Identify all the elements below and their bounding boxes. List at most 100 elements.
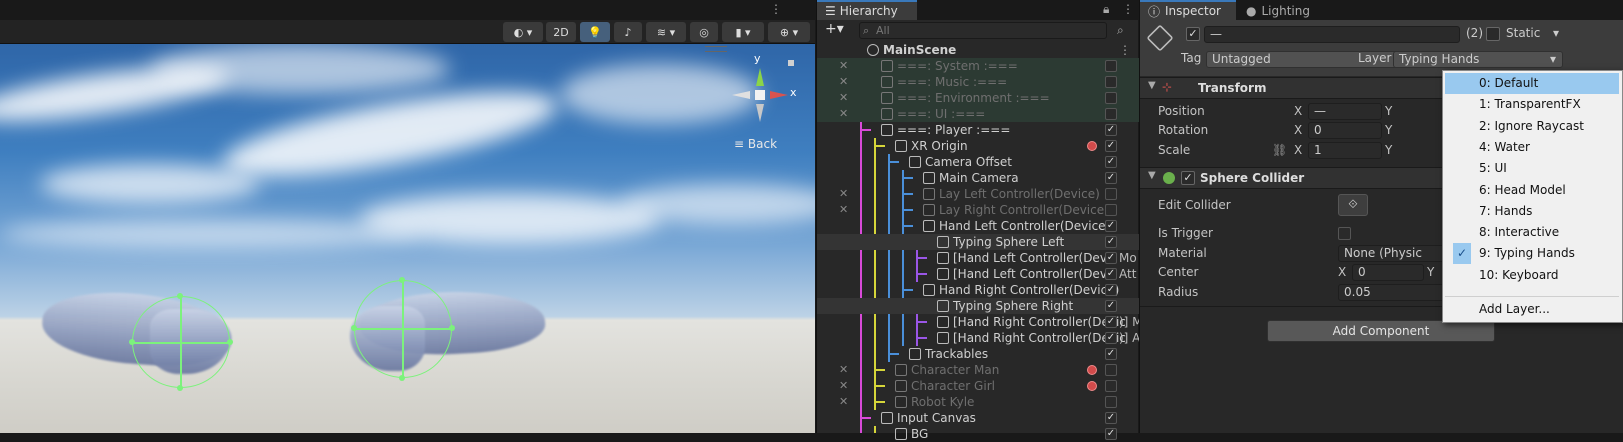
lighting-toggle[interactable]: 💡 [580, 22, 610, 42]
effects-dropdown[interactable]: ≋ ▾ [646, 22, 686, 42]
active-checkbox[interactable] [1105, 204, 1117, 216]
hierarchy-item[interactable]: XR Origin ✓ [817, 138, 1139, 154]
hierarchy-search-input[interactable]: ⌕ All [859, 22, 1107, 39]
active-checkbox[interactable]: ✓ [1105, 428, 1117, 440]
tab-inspector[interactable]: ⓘ Inspector [1140, 0, 1236, 20]
visibility-hidden-icon[interactable]: ✕ [839, 202, 848, 218]
visibility-hidden-icon[interactable]: ✕ [839, 90, 848, 106]
hierarchy-item[interactable]: Main Camera ✓ [817, 170, 1139, 186]
add-component-button[interactable]: Add Component [1267, 320, 1495, 342]
collider-handle[interactable] [399, 277, 405, 283]
active-checkbox[interactable]: ✓ [1105, 252, 1117, 264]
hierarchy-item[interactable]: [Hand Left Controller(Devic ✓ Mo [817, 250, 1139, 266]
active-checkbox[interactable]: ✓ [1186, 27, 1200, 41]
collider-handle[interactable] [351, 325, 357, 331]
active-checkbox[interactable]: ✓ [1105, 332, 1117, 344]
active-checkbox[interactable]: ✓ [1105, 300, 1117, 312]
active-checkbox[interactable]: ✓ [1105, 140, 1117, 152]
visibility-hidden-icon[interactable]: ✕ [839, 394, 848, 410]
collider-handle[interactable] [177, 293, 183, 299]
hierarchy-item[interactable]: ✕ ===: Music :=== [817, 74, 1139, 90]
visibility-hidden-icon[interactable]: ✕ [839, 58, 848, 74]
object-name-field[interactable]: — [1204, 26, 1460, 43]
scene-viewport[interactable]: y x ≡ Back [0, 44, 815, 433]
layer-menu-item[interactable]: 5: UI [1445, 158, 1619, 179]
active-checkbox[interactable]: ✓ [1105, 220, 1117, 232]
scene-search-icon[interactable]: ⌕ [1117, 23, 1124, 38]
active-checkbox[interactable]: ✓ [1105, 316, 1117, 328]
material-field[interactable]: None (Physic Mat [1338, 245, 1448, 262]
collider-handle[interactable] [399, 375, 405, 381]
scene-visibility-toggle[interactable]: ◎ [690, 22, 718, 42]
drag-handle-icon[interactable] [705, 46, 727, 52]
scale-x-field[interactable]: 1 [1308, 142, 1382, 159]
layer-menu-item[interactable]: 8: Interactive [1445, 222, 1619, 243]
active-checkbox[interactable]: ✓ [1105, 268, 1117, 280]
rotation-x-field[interactable]: 0 [1308, 122, 1382, 139]
active-checkbox[interactable] [1105, 108, 1117, 120]
layer-menu-item[interactable]: 10: Keyboard [1445, 265, 1619, 286]
hierarchy-scene-root[interactable]: MainScene ⋮ [817, 42, 1139, 58]
camera-dropdown[interactable]: ▮ ▾ [722, 22, 764, 42]
active-checkbox[interactable] [1105, 92, 1117, 104]
more-options-icon[interactable]: ⋮ [770, 2, 782, 16]
hierarchy-item[interactable]: ✕ ===: System :=== [817, 58, 1139, 74]
mode-2d-button[interactable]: 2D [546, 22, 576, 42]
layer-menu-item[interactable]: 4: Water [1445, 137, 1619, 158]
edit-collider-button[interactable]: ⟐ [1338, 194, 1368, 216]
more-options-icon[interactable]: ⋮ [1122, 2, 1134, 16]
hierarchy-item[interactable]: Camera Offset ✓ [817, 154, 1139, 170]
active-checkbox[interactable] [1105, 60, 1117, 72]
layer-menu-item[interactable]: 0: Default [1445, 73, 1619, 94]
collider-handle[interactable] [177, 385, 183, 391]
audio-toggle[interactable]: ♪ [614, 22, 642, 42]
active-checkbox[interactable] [1105, 380, 1117, 392]
collider-handle[interactable] [227, 339, 233, 345]
hierarchy-item[interactable]: ===: Player :=== ✓ [817, 122, 1139, 138]
hierarchy-item[interactable]: [Hand Right Controller(Devic ✓)] A [817, 330, 1140, 346]
tab-hierarchy[interactable]: ☰ Hierarchy [817, 0, 917, 20]
add-object-button[interactable]: +▾ [825, 21, 844, 37]
active-checkbox[interactable] [1105, 364, 1117, 376]
active-checkbox[interactable]: ✓ [1105, 236, 1117, 248]
hierarchy-item[interactable]: Input Canvas ✓ [817, 410, 1139, 426]
hierarchy-item[interactable]: ✕ Lay Right Controller(Device) [817, 202, 1139, 218]
active-checkbox[interactable]: ✓ [1105, 172, 1117, 184]
tab-lighting[interactable]: ● Lighting [1238, 0, 1328, 20]
active-checkbox[interactable] [1105, 76, 1117, 88]
gizmos-dropdown[interactable]: ⊕ ▾ [768, 22, 810, 42]
gameobject-icon[interactable] [1146, 24, 1174, 52]
static-checkbox[interactable] [1486, 27, 1500, 41]
active-checkbox[interactable]: ✓ [1105, 348, 1117, 360]
hierarchy-item[interactable]: Hand Right Controller(Device) ✓ [817, 282, 1139, 298]
layer-menu-item[interactable]: 1: TransparentFX [1445, 94, 1619, 115]
lock-icon[interactable]: 🔒︎ [1103, 2, 1109, 17]
hierarchy-item[interactable]: ✕ Character Man [817, 362, 1139, 378]
active-checkbox[interactable]: ✓ [1105, 124, 1117, 136]
add-layer-item[interactable]: Add Layer... [1445, 299, 1619, 320]
layer-menu-item[interactable]: 2: Ignore Raycast [1445, 116, 1619, 137]
hierarchy-item[interactable]: [Hand Left Controller(Devic ✓ Att [817, 266, 1139, 282]
active-checkbox[interactable] [1105, 188, 1117, 200]
layer-menu-item[interactable]: 7: Hands [1445, 201, 1619, 222]
active-checkbox[interactable]: ✓ [1105, 412, 1117, 424]
hierarchy-item[interactable]: Hand Left Controller(Device) ✓ [817, 218, 1139, 234]
chevron-down-icon[interactable]: ▾ [1553, 26, 1559, 40]
hierarchy-item[interactable]: ✕ ===: Environment :=== [817, 90, 1139, 106]
position-x-field[interactable]: — [1308, 103, 1382, 120]
layer-menu-item[interactable]: 6: Head Model [1445, 180, 1619, 201]
link-broken-icon[interactable]: ⛓ [1272, 141, 1287, 159]
layer-dropdown[interactable]: Typing Hands ▾ [1393, 51, 1563, 68]
visibility-hidden-icon[interactable]: ✕ [839, 106, 848, 122]
visibility-hidden-icon[interactable]: ✕ [839, 378, 848, 394]
hierarchy-item[interactable]: ✕ ===: UI :=== [817, 106, 1139, 122]
hierarchy-item[interactable]: Typing Sphere Left ✓ [817, 234, 1139, 250]
collider-handle[interactable] [449, 325, 455, 331]
active-checkbox[interactable]: ✓ [1105, 156, 1117, 168]
more-options-icon[interactable]: ⋮ [1119, 42, 1131, 58]
hierarchy-item[interactable]: ✕ Character Girl [817, 378, 1139, 394]
hierarchy-item[interactable]: ✕ Lay Left Controller(Device) [817, 186, 1139, 202]
hierarchy-item[interactable]: Typing Sphere Right ✓ [817, 298, 1139, 314]
radius-field[interactable]: 0.05 [1338, 284, 1448, 301]
hierarchy-item[interactable]: ✕ Robot Kyle [817, 394, 1139, 410]
